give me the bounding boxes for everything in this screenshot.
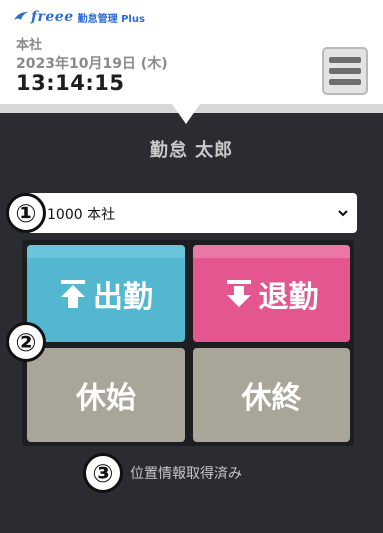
menu-bar-icon (329, 68, 361, 74)
annotation-badge-1: ① (6, 193, 46, 233)
chevron-down-icon (338, 210, 348, 217)
brand-name: freee (31, 9, 74, 25)
clock-in-button[interactable]: 出勤 (27, 245, 185, 342)
arrow-down-icon (226, 279, 251, 307)
clock-out-button[interactable]: 退勤 (193, 245, 350, 342)
menu-bar-icon (329, 79, 361, 85)
office-select[interactable]: 1000 本社 (27, 193, 357, 233)
break-end-label: 休終 (241, 381, 302, 416)
current-date: 2023年10月19日 (木) (16, 56, 168, 72)
employee-name: 勤怠 太郎 (149, 140, 234, 161)
location-status: 位置情報取得済み (130, 466, 242, 482)
freee-logo: freee 勤怠管理 Plus (13, 8, 145, 26)
annotation-badge-2: ② (6, 322, 46, 362)
office-select-value: 1000 本社 (47, 207, 116, 223)
header-notch (172, 104, 200, 124)
product-name: 勤怠管理 Plus (77, 13, 145, 25)
arrow-up-icon (61, 279, 85, 308)
clock-in-label: 出勤 (93, 279, 153, 315)
menu-bar-icon (329, 57, 361, 63)
hamburger-menu-button[interactable] (322, 47, 368, 95)
app-header: freee 勤怠管理 Plus 本社 2023年10月19日 (木) 13:14… (0, 0, 383, 104)
clock-out-label: 退勤 (258, 279, 319, 315)
bird-icon (14, 12, 28, 20)
break-end-button[interactable]: 休終 (193, 348, 350, 442)
break-start-button[interactable]: 休始 (27, 348, 185, 442)
break-start-label: 休始 (76, 381, 136, 416)
current-time: 13:14:15 (16, 71, 125, 95)
office-name: 本社 (16, 38, 43, 53)
annotation-badge-3: ③ (83, 453, 123, 493)
